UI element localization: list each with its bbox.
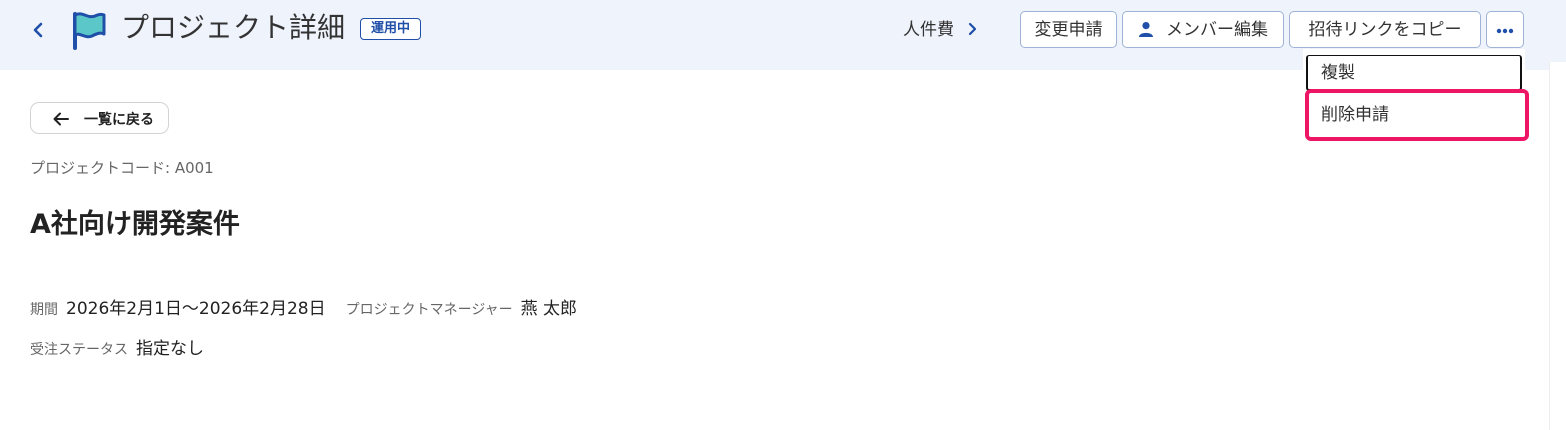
order-status-label: 受注ステータス xyxy=(30,342,128,358)
meta-row-order-status: 受注ステータス 指定なし xyxy=(30,334,204,360)
copy-invite-link-button[interactable]: 招待リンクをコピー xyxy=(1289,11,1481,48)
flag-icon xyxy=(70,10,108,50)
order-status-value: 指定なし xyxy=(136,339,204,359)
project-code: プロジェクトコード: A001 xyxy=(30,159,214,177)
more-horizontal-icon xyxy=(1496,28,1514,34)
meta-row-period-manager: 期間 2026年2月1日〜2026年2月28日 プロジェクトマネージャー燕 太郎 xyxy=(30,294,577,320)
period-label: 期間 xyxy=(30,302,58,318)
period-value: 2026年2月1日〜2026年2月28日 xyxy=(66,299,326,319)
back-chevron-icon[interactable] xyxy=(28,18,48,42)
arrow-left-icon xyxy=(53,106,69,126)
page-title: プロジェクト詳細 xyxy=(121,11,346,44)
more-options-button[interactable] xyxy=(1486,11,1524,48)
labor-cost-link[interactable]: 人件費 xyxy=(903,17,978,43)
scrollbar[interactable] xyxy=(1549,62,1566,430)
back-to-list-label: 一覧に戻る xyxy=(84,111,154,127)
back-to-list-button[interactable]: 一覧に戻る xyxy=(30,102,169,134)
person-icon xyxy=(1138,14,1154,37)
menu-item-duplicate[interactable]: 複製 xyxy=(1306,55,1522,91)
member-edit-button[interactable]: メンバー編集 xyxy=(1122,11,1284,48)
chevron-right-icon xyxy=(966,18,978,36)
menu-item-delete-request[interactable]: 削除申請 xyxy=(1305,89,1529,141)
manager-value: 燕 太郎 xyxy=(520,299,578,319)
manager-label: プロジェクトマネージャー xyxy=(345,302,513,318)
labor-cost-label: 人件費 xyxy=(903,20,954,40)
more-options-menu: 複製 削除申請 xyxy=(1303,49,1529,141)
change-request-button[interactable]: 変更申請 xyxy=(1020,11,1117,48)
status-badge: 運用中 xyxy=(360,18,422,40)
project-name: A社向け開発案件 xyxy=(30,209,240,240)
member-edit-label: メンバー編集 xyxy=(1166,20,1268,39)
